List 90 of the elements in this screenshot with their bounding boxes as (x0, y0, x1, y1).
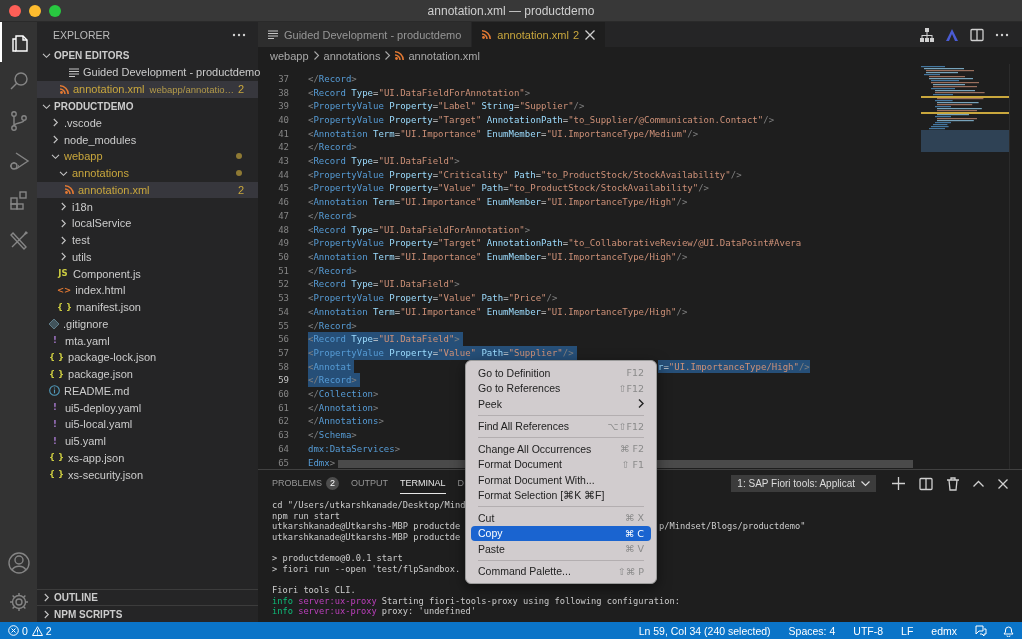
js-icon: JS (57, 268, 69, 280)
terminal-line: utkarshkanade@Utkarshs-MBP productde (272, 532, 461, 543)
code-line: <PropertyValue Property="Value" Path="Price"/> (308, 292, 559, 305)
line-number: 42 (277, 142, 289, 153)
sidebar-title: EXPLORER (53, 28, 111, 41)
shortcut: ⇧F12 (618, 382, 644, 394)
code-line: <Annotation Term="UI.Importance" EnumMember="UI.ImportanceType/High"/> (308, 196, 689, 210)
line-number: 46 (277, 197, 289, 208)
line-number: 57 (277, 347, 289, 358)
line-number: 64 (277, 443, 289, 454)
braces-icon: { } (49, 452, 65, 464)
code-line: </Record> (308, 141, 358, 155)
shortcut: ⇧⌘ P (617, 565, 644, 577)
line-number: 52 (277, 279, 289, 290)
code-line: <PropertyValue Property="Value" Path="to_ProductStock/StockAvailability"/> (308, 182, 711, 196)
line-number: 50 (277, 252, 289, 262)
code-line: </Annotations> (308, 415, 385, 429)
terminal-line: info server:ux-proxy Starting fiori-tools-proxy using following configuration: (272, 595, 680, 606)
shortcut: ⌥⇧F12 (607, 420, 644, 432)
line-number: 40 (277, 114, 289, 125)
line-number: 47 (277, 210, 289, 221)
line-number: 53 (277, 293, 289, 304)
terminal-line: info server:ux-proxy proxy: 'undefined' (272, 606, 476, 617)
shortcut: ⇧ F1 (621, 458, 644, 470)
line-number: 48 (277, 224, 289, 235)
code-line: <PropertyValue Property="Label" String="Supplier"/> (308, 100, 586, 114)
exclamation-icon: ! (49, 435, 61, 447)
problem-count: 2 (238, 83, 245, 96)
terminal-line: > productdemo@0.0.1 start (272, 553, 403, 564)
code-line: <PropertyValue Property="Target" AnnotationPath="to_Supplier/@Communication.Contact"/> (308, 113, 776, 127)
code-line: <PropertyValue Property="Criticality" Path="to_ProductStock/StockAvailability"/> (308, 168, 743, 182)
problem-count: 2 (326, 476, 339, 490)
line-number: 38 (277, 87, 289, 98)
terminal-line: utkarshkanade@Utkarshs-MBP productde (272, 521, 461, 532)
exclamation-icon: ! (49, 402, 61, 414)
code-line: <Record Type="UI.DataField"> (308, 278, 461, 292)
file-path: webapp/annotatio… (149, 83, 235, 95)
braces-icon: { } (49, 368, 65, 380)
line-number: 39 (277, 101, 289, 112)
line-number: 37 (277, 73, 289, 84)
terminal-line: cd "/Users/utkarshkanade/Desktop/Mind (272, 500, 466, 511)
shortcut: ⌘ V (624, 543, 644, 555)
line-number: 41 (277, 128, 289, 139)
line-number: 44 (277, 169, 289, 180)
code-line: <Annotation Term="UI.Importance" EnumMember="UI.ImportanceType/High"/> (308, 251, 689, 264)
line-number: 55 (277, 320, 289, 331)
code-icon: <> (57, 284, 72, 296)
line-number: 49 (277, 238, 289, 249)
shortcut: ⌘ F2 (619, 443, 644, 455)
window-title: annotation.xml — productdemo (427, 3, 595, 18)
shortcut: ⌘ X (624, 512, 644, 524)
code-line: </Record> (308, 209, 358, 223)
shortcut: ⌘ C (624, 527, 644, 539)
code-line: </Annotation> (308, 401, 380, 415)
exclamation-icon: ! (49, 418, 61, 430)
line-number: 59 (277, 375, 289, 386)
code-line: <Record Type="UI.DataField"> (308, 155, 461, 168)
code-line: <Record Type="UI.DataFieldForAnnotation"> (308, 223, 532, 237)
code-line: </Record> (308, 264, 358, 278)
line-number: 56 (277, 334, 289, 345)
terminal-line: npm run start (272, 510, 340, 521)
line-number: 63 (277, 430, 289, 441)
code-line: </Record> (308, 72, 358, 86)
code-line: <Annotation Term="UI.Importance" EnumMember="UI.ImportanceType/Medium"/> (308, 127, 700, 141)
code-line: <PropertyValue Property="Target" AnnotationPath="to_CollaborativeReview/@UI.DataPoint#Avera (308, 237, 803, 251)
line-number: 54 (277, 306, 289, 317)
terminal-line: Fiori tools CLI. (272, 585, 356, 596)
code-line: </Collection> (308, 388, 380, 401)
exclamation-icon: ! (49, 335, 61, 347)
line-number: 60 (277, 389, 289, 399)
problem-count: 2 (237, 183, 244, 196)
code-line: <Record Type="UI.DataFieldForAnnotation"> (308, 86, 532, 100)
line-number: 62 (277, 416, 289, 427)
code-line: </Record> (308, 319, 358, 333)
code-line: </Schema> (308, 429, 358, 442)
line-number: 51 (277, 265, 289, 276)
braces-icon: { } (49, 351, 65, 363)
line-number: 45 (277, 183, 289, 194)
code-line: <Annotation Term="UI.Importance" EnumMember="UI.ImportanceType/High"/> (308, 305, 689, 319)
line-number: 43 (277, 156, 289, 167)
code-line: dmx:DataServices> (308, 442, 402, 456)
code-line: Edmx> (308, 456, 337, 469)
braces-icon: { } (57, 301, 73, 313)
line-number: 58 (277, 361, 289, 372)
braces-icon: { } (49, 469, 65, 481)
line-number: 61 (277, 402, 289, 413)
terminal-line: p/Mindset/Blogs/productdemo" (659, 521, 806, 532)
terminal-line: > fiori run --open 'test/flpSandbox. (272, 563, 461, 574)
line-number: 65 (277, 457, 289, 468)
shortcut: F12 (626, 367, 644, 379)
